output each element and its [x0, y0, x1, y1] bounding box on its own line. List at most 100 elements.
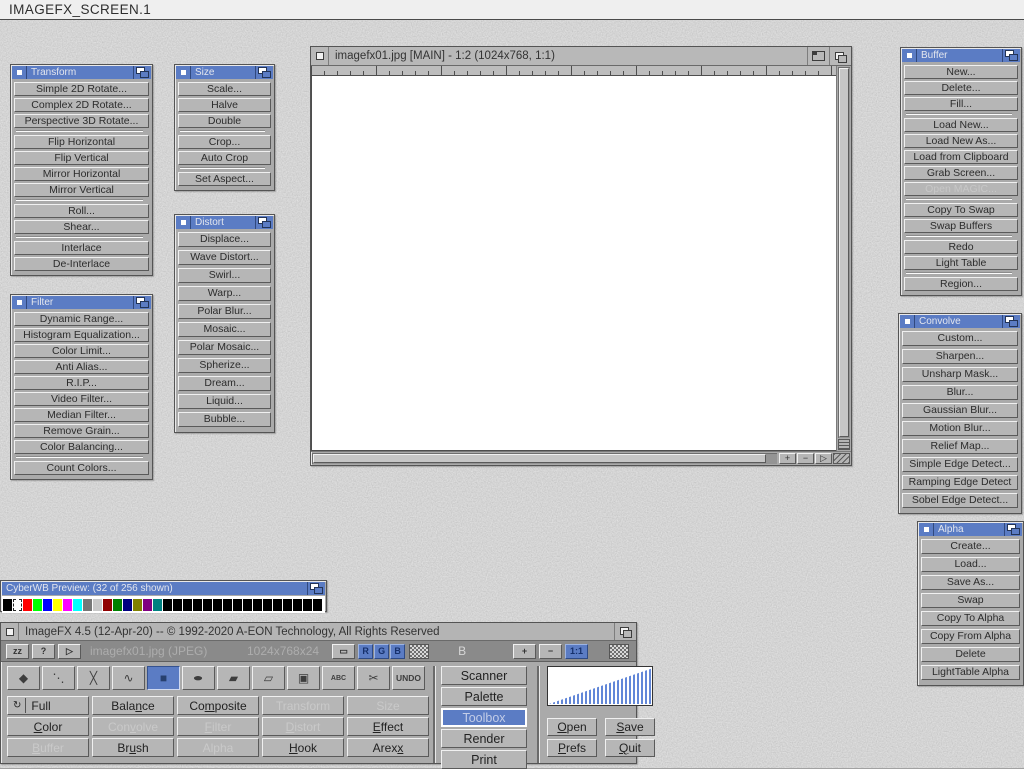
panel-button[interactable]: Unsharp Mask...: [902, 367, 1018, 382]
scroll-lines-icon[interactable]: [838, 439, 850, 450]
vscroll-thumb[interactable]: [839, 68, 849, 437]
scissors-tool-button[interactable]: ✂: [357, 666, 390, 690]
play-macro-button[interactable]: ▷: [58, 644, 81, 659]
color-swatch[interactable]: [103, 599, 112, 611]
scanner-button[interactable]: Scanner: [441, 666, 527, 685]
panel-button[interactable]: Shear...: [14, 220, 149, 234]
panel-titlebar[interactable]: Transform: [12, 66, 151, 79]
toolbar-titlebar[interactable]: ImageFX 4.5 (12-Apr-20) -- © 1992-2020 A…: [1, 623, 636, 641]
color-swatch[interactable]: [213, 599, 222, 611]
panel-button[interactable]: Sobel Edge Detect...: [902, 493, 1018, 508]
panel-button[interactable]: Mirror Vertical: [14, 183, 149, 197]
color-swatch[interactable]: [63, 599, 72, 611]
panel-button[interactable]: Create...: [921, 539, 1020, 554]
screen-titlebar[interactable]: IMAGEFX_SCREEN.1: [0, 0, 1024, 20]
depth-icon[interactable]: [614, 623, 636, 640]
panel-button[interactable]: Perspective 3D Rotate...: [14, 114, 149, 128]
view-mode-cycle-button[interactable]: ↻Full: [7, 696, 89, 715]
depth-icon[interactable]: [1002, 315, 1020, 328]
panel-button[interactable]: Gaussian Blur...: [902, 403, 1018, 418]
arexx-button[interactable]: ↻Arexx: [347, 738, 429, 757]
display-icon[interactable]: ▭: [332, 644, 355, 659]
color-swatch[interactable]: [73, 599, 82, 611]
hscroll-thumb[interactable]: [313, 454, 766, 463]
zoom-in-button[interactable]: +: [513, 644, 536, 659]
panel-button[interactable]: Save As...: [921, 575, 1020, 590]
color-swatch[interactable]: [93, 599, 102, 611]
color-swatch[interactable]: [153, 599, 162, 611]
panel-button[interactable]: Polar Mosaic...: [178, 340, 271, 355]
panel-titlebar[interactable]: Size: [176, 66, 273, 79]
panel-button[interactable]: Delete: [921, 647, 1020, 662]
color-swatch[interactable]: [313, 599, 322, 611]
color-swatch[interactable]: [283, 599, 292, 611]
panel-titlebar[interactable]: Alpha: [919, 523, 1022, 536]
hscroll-track[interactable]: [312, 453, 777, 464]
color-swatch[interactable]: [123, 599, 132, 611]
panel-button[interactable]: Swap Buffers: [904, 219, 1018, 233]
panel-button[interactable]: Roll...: [14, 204, 149, 218]
color-swatch[interactable]: [183, 599, 192, 611]
freehand-polygon-tool-button[interactable]: ▱: [252, 666, 285, 690]
color-swatch[interactable]: [233, 599, 242, 611]
undo-button[interactable]: UNDO: [392, 666, 425, 690]
panel-button[interactable]: Scale...: [178, 82, 271, 96]
panel-titlebar[interactable]: Convolve: [900, 315, 1020, 328]
panel-button[interactable]: Count Colors...: [14, 461, 149, 475]
depth-icon[interactable]: [133, 66, 151, 79]
panel-button[interactable]: Relief Map...: [902, 439, 1018, 454]
color-swatch[interactable]: [203, 599, 212, 611]
panel-button[interactable]: Delete...: [904, 81, 1018, 95]
panel-button[interactable]: Mirror Horizontal: [14, 167, 149, 181]
panel-button[interactable]: Load New As...: [904, 134, 1018, 148]
panel-button[interactable]: Light Table: [904, 256, 1018, 270]
color-swatch[interactable]: [13, 599, 22, 611]
zoom-gadget-icon[interactable]: [807, 47, 829, 65]
panel-button[interactable]: Copy From Alpha: [921, 629, 1020, 644]
panel-button[interactable]: New...: [904, 65, 1018, 79]
panel-button[interactable]: Ramping Edge Detect: [902, 475, 1018, 490]
color-swatch[interactable]: [293, 599, 302, 611]
close-icon[interactable]: [900, 315, 915, 328]
panel-button[interactable]: Custom...: [902, 331, 1018, 346]
color-swatch[interactable]: [133, 599, 142, 611]
panel-button[interactable]: Anti Alias...: [14, 360, 149, 374]
panel-titlebar[interactable]: Distort: [176, 216, 273, 229]
line-tool-button[interactable]: ╳: [77, 666, 110, 690]
help-button[interactable]: ?: [32, 644, 55, 659]
panel-button[interactable]: Warp...: [178, 286, 271, 301]
depth-icon[interactable]: [133, 296, 151, 309]
panel-button[interactable]: Double: [178, 114, 271, 128]
red-channel-toggle[interactable]: R: [358, 644, 373, 659]
quit-button[interactable]: Quit: [605, 739, 655, 757]
color-swatch[interactable]: [33, 599, 42, 611]
close-icon[interactable]: [12, 66, 27, 79]
curve-tool-button[interactable]: ∿: [112, 666, 145, 690]
panel-button[interactable]: Load from Clipboard: [904, 150, 1018, 164]
close-icon[interactable]: [176, 66, 191, 79]
dot-tool-button[interactable]: ◆: [7, 666, 40, 690]
panel-button[interactable]: Mosaic...: [178, 322, 271, 337]
panel-button[interactable]: Sharpen...: [902, 349, 1018, 364]
render-button[interactable]: Render: [441, 729, 527, 748]
depth-icon[interactable]: [307, 582, 325, 595]
panel-button[interactable]: De-Interlace: [14, 257, 149, 271]
close-icon[interactable]: [176, 216, 191, 229]
panel-button[interactable]: Video Filter...: [14, 392, 149, 406]
close-icon[interactable]: [919, 523, 934, 536]
color-swatch[interactable]: [243, 599, 252, 611]
panel-button[interactable]: LightTable Alpha: [921, 665, 1020, 680]
sleep-button[interactable]: zz: [6, 644, 29, 659]
canvas[interactable]: [311, 75, 836, 451]
color-swatch[interactable]: [193, 599, 202, 611]
panel-button[interactable]: Dream...: [178, 376, 271, 391]
print-button[interactable]: Print: [441, 750, 527, 769]
panel-button[interactable]: Redo: [904, 240, 1018, 254]
panel-button[interactable]: Region...: [904, 277, 1018, 291]
panel-button[interactable]: Set Aspect...: [178, 172, 271, 186]
color-swatch[interactable]: [143, 599, 152, 611]
panel-button[interactable]: Displace...: [178, 232, 271, 247]
balance-button[interactable]: ↻Balance: [92, 696, 174, 715]
color-swatch[interactable]: [253, 599, 262, 611]
color-button[interactable]: ↻Color: [7, 717, 89, 736]
